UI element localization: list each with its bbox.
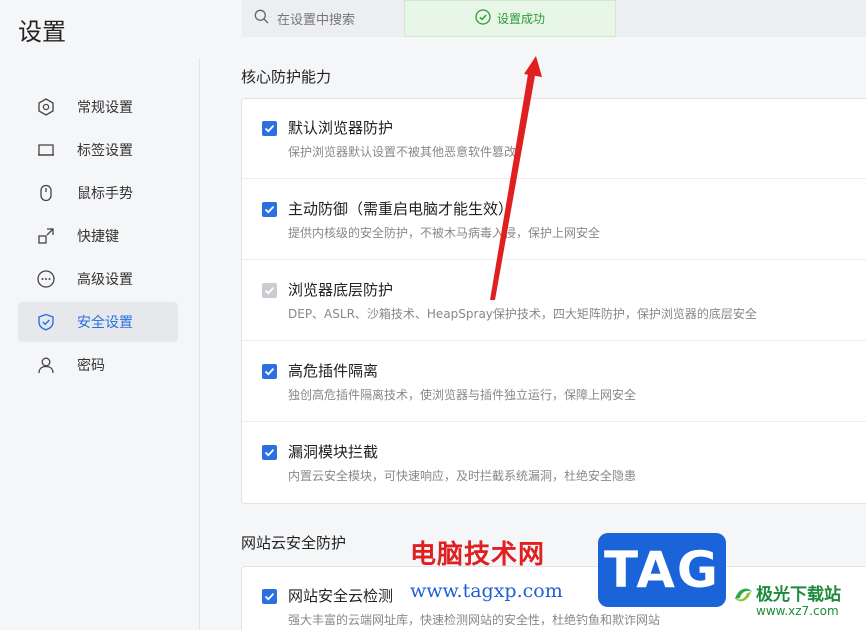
search-input[interactable]: 在设置中搜索 xyxy=(277,9,355,28)
search-box[interactable]: 在设置中搜索 xyxy=(254,9,355,28)
gear-hex-icon xyxy=(36,97,56,117)
sidebar-item-advanced[interactable]: 高级设置 xyxy=(18,259,178,299)
watermark-tag-logo: TAG xyxy=(598,533,726,607)
watermark-tag-text: TAG xyxy=(604,541,720,599)
watermark-brand: 电脑技术网 xyxy=(410,540,546,570)
sidebar-item-mouse-gestures[interactable]: 鼠标手势 xyxy=(18,173,178,213)
option-description: 独创高危插件隔离技术，使浏览器与插件独立运行，保障上网安全 xyxy=(288,388,637,402)
option-description: 内置云安全模块，可快速响应，及时拦截系统漏洞，杜绝安全隐患 xyxy=(288,469,637,483)
option-default-browser-protection: 默认浏览器防护 保护浏览器默认设置不被其他恶意软件篡改 xyxy=(242,99,866,179)
success-toast: 设置成功 xyxy=(404,0,616,37)
search-icon xyxy=(254,9,269,28)
mouse-icon xyxy=(36,183,56,203)
sidebar-item-label: 常规设置 xyxy=(77,100,133,116)
sidebar-item-label: 鼠标手势 xyxy=(77,186,133,202)
sidebar-item-label: 密码 xyxy=(77,358,105,374)
sidebar-item-password[interactable]: 密码 xyxy=(18,345,178,385)
page-title: 设置 xyxy=(18,18,66,46)
checkbox-browser-low-level-protection xyxy=(262,283,277,298)
sidebar-item-label: 标签设置 xyxy=(77,143,133,159)
sidebar-item-tabs[interactable]: 标签设置 xyxy=(18,130,178,170)
option-description: 保护浏览器默认设置不被其他恶意软件篡改 xyxy=(288,145,517,159)
more-icon xyxy=(36,269,56,289)
toast-message: 设置成功 xyxy=(496,12,545,26)
option-description: DEP、ASLR、沙箱技术、HeapSpray保护技术，四大矩阵防护，保护浏览器… xyxy=(288,307,757,321)
top-bar: 在设置中搜索 设置成功 xyxy=(242,0,866,37)
shield-icon xyxy=(36,312,56,332)
core-protection-card: 默认浏览器防护 保护浏览器默认设置不被其他恶意软件篡改 主动防御（需重启电脑才能… xyxy=(241,98,866,504)
sidebar-item-shortcuts[interactable]: 快捷键 xyxy=(18,216,178,256)
section-title-core-protection: 核心防护能力 xyxy=(241,68,332,86)
watermark-site-url: www.xz7.com xyxy=(756,604,839,618)
watermark-site-name: 极光下载站 xyxy=(756,585,841,605)
option-title: 漏洞模块拦截 xyxy=(288,443,379,461)
checkbox-vulnerability-module-block[interactable] xyxy=(262,445,277,460)
watermark-url: www.tagxp.com xyxy=(410,580,563,602)
shortcut-icon xyxy=(36,226,56,246)
option-title: 浏览器底层防护 xyxy=(288,281,394,299)
tab-icon xyxy=(36,140,56,160)
option-high-risk-plugin-isolation: 高危插件隔离 独创高危插件隔离技术，使浏览器与插件独立运行，保障上网安全 xyxy=(242,342,866,422)
section-title-website-cloud-security: 网站云安全防护 xyxy=(241,534,347,552)
option-title: 默认浏览器防护 xyxy=(288,119,394,137)
watermark-site-logo: 极光下载站 www.xz7.com xyxy=(732,578,866,626)
sidebar-item-label: 快捷键 xyxy=(77,229,119,245)
option-active-defense: 主动防御（需重启电脑才能生效） 提供内核级的安全防护，不被木马病毒入侵，保护上网… xyxy=(242,180,866,260)
sidebar: 常规设置 标签设置 鼠标手势 快捷键 高级设置 安全设置 密码 xyxy=(0,58,200,630)
sidebar-item-general[interactable]: 常规设置 xyxy=(18,87,178,127)
sidebar-item-label: 高级设置 xyxy=(77,272,133,288)
option-title: 主动防御（需重启电脑才能生效） xyxy=(288,200,514,218)
sidebar-item-security[interactable]: 安全设置 xyxy=(18,302,178,342)
checkbox-high-risk-plugin-isolation[interactable] xyxy=(262,364,277,379)
checkbox-default-browser-protection[interactable] xyxy=(262,121,277,136)
check-circle-icon xyxy=(475,8,491,29)
swirl-logo-icon xyxy=(735,588,752,602)
option-title: 高危插件隔离 xyxy=(288,362,379,380)
sidebar-item-label: 安全设置 xyxy=(77,315,133,331)
option-vulnerability-module-block: 漏洞模块拦截 内置云安全模块，可快速响应，及时拦截系统漏洞，杜绝安全隐患 xyxy=(242,423,866,503)
checkbox-active-defense[interactable] xyxy=(262,202,277,217)
option-title: 网站安全云检测 xyxy=(288,587,394,605)
option-description: 强大丰富的云端网址库，快速检测网站的安全性，杜绝钓鱼和欺诈网站 xyxy=(288,613,661,627)
option-description: 提供内核级的安全防护，不被木马病毒入侵，保护上网安全 xyxy=(288,226,601,240)
option-browser-low-level-protection: 浏览器底层防护 DEP、ASLR、沙箱技术、HeapSpray保护技术，四大矩阵… xyxy=(242,261,866,341)
user-icon xyxy=(36,355,56,375)
checkbox-website-cloud-detection[interactable] xyxy=(262,589,277,604)
